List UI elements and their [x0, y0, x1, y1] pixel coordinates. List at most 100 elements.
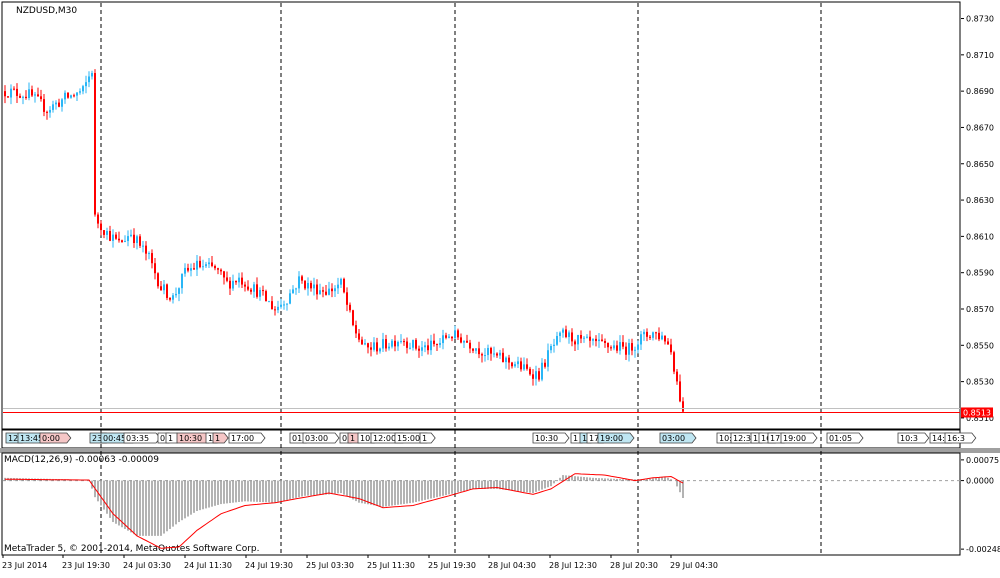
candle-body [55, 102, 57, 105]
candle-body [76, 92, 78, 96]
candle-body [163, 284, 165, 291]
event-flag[interactable]: 10:30 [532, 432, 570, 444]
candle-body [88, 76, 90, 83]
price-tick-label: 0.8730 [966, 15, 994, 24]
candle-body [61, 99, 63, 107]
candle-body [496, 353, 498, 356]
candle-body [658, 332, 660, 340]
time-axis: 23 Jul 2014 23 Jul 19:30 24 Jul 03:30 24 Ju… [2, 555, 718, 570]
candle-body [562, 329, 564, 333]
time-tick-label: 28 Jul 20:30 [610, 561, 658, 570]
candle-body [232, 280, 234, 289]
pane-separator[interactable] [0, 448, 1000, 453]
price-tick-label: 0.8630 [966, 196, 994, 205]
candle-body [403, 341, 405, 343]
candle-body [652, 332, 654, 338]
chart-canvas[interactable]: NZDUSD,M30 MACD(12,26,9) -0.00063 -0.000… [0, 0, 1000, 574]
main-chart-frame [1, 1, 961, 430]
candle-body [640, 334, 642, 345]
candle-body [259, 290, 261, 297]
candle-body [436, 344, 438, 346]
candle-body [49, 109, 51, 113]
event-flag-label: 1 [350, 434, 355, 443]
event-flag[interactable]: 16:3 [944, 432, 977, 444]
candle-body [226, 277, 228, 281]
event-flag[interactable]: 03:00 [302, 432, 340, 444]
candle-body [451, 336, 453, 339]
candle-body [286, 303, 288, 305]
candle-body [499, 352, 501, 356]
time-tick-label: 23 Jul 19:30 [62, 561, 110, 570]
candle-body [643, 331, 645, 335]
candle-body [355, 325, 357, 334]
event-flag-label: 1 [753, 434, 758, 443]
time-tick-label: 25 Jul 19:30 [428, 561, 476, 570]
candle-body [190, 268, 192, 271]
candle-body [244, 284, 246, 287]
time-tick-label: 24 Jul 19:30 [245, 561, 293, 570]
chart-window[interactable]: NZDUSD,M30 MACD(12,26,9) -0.00063 -0.000… [0, 0, 1000, 574]
candle-body [220, 269, 222, 272]
event-flag[interactable]: 17:00 [228, 432, 266, 444]
event-flag-label: 15:00 [397, 434, 420, 443]
candle-body [265, 291, 267, 302]
price-tick-label: 0.8610 [966, 232, 994, 241]
candle-body [463, 340, 465, 343]
candle-body [34, 94, 36, 96]
candle-body [64, 92, 66, 100]
event-flag[interactable]: 10:3 [897, 432, 930, 444]
candle-body [103, 230, 105, 235]
event-flag[interactable]: 19:00 [780, 432, 818, 444]
price-tick-label: 0.8590 [966, 269, 994, 278]
candle-body [472, 348, 474, 351]
candle-body [490, 347, 492, 354]
candle-body [28, 89, 30, 99]
candle-body [370, 347, 372, 350]
candle-body [511, 362, 513, 367]
candle-body [679, 381, 681, 402]
price-tick-label: 0.8650 [966, 160, 994, 169]
candle-body [208, 262, 210, 265]
macd-tick-label: 0.0000 [966, 477, 994, 486]
candle-body [298, 276, 300, 289]
candle-body [346, 292, 348, 305]
event-flag-label: 1 [208, 434, 213, 443]
event-flag-label: 14: [932, 434, 945, 443]
event-flag[interactable]: 0:00 [39, 432, 72, 444]
event-flag-label: 03:35 [126, 434, 149, 443]
candle-body [664, 335, 666, 342]
candle-body [160, 286, 162, 291]
candle-body [433, 340, 435, 345]
event-flag-label: 0 [160, 434, 165, 443]
candle-body [277, 306, 279, 311]
event-flag[interactable]: 01:05 [826, 432, 864, 444]
candle-body [574, 341, 576, 345]
candle-body [67, 92, 69, 98]
candle-body [178, 288, 180, 294]
candle-body [493, 353, 495, 355]
event-flag-label: 0 [342, 434, 347, 443]
candle-body [322, 290, 324, 292]
event-flag[interactable]: 03:00 [659, 432, 697, 444]
candle-body [250, 289, 252, 292]
candle-body [118, 238, 120, 241]
candle-body [91, 73, 93, 77]
candle-body [466, 340, 468, 343]
candle-body [112, 234, 114, 241]
candle-body [604, 340, 606, 343]
candle-body [199, 260, 201, 268]
event-flag[interactable]: 03:35 [123, 432, 161, 444]
candle-body [454, 330, 456, 339]
candle-body [391, 340, 393, 347]
candle-body [316, 284, 318, 295]
candle-body [46, 111, 48, 113]
candle-body [673, 352, 675, 372]
candle-body [235, 280, 237, 283]
event-flag[interactable]: 19:00 [597, 432, 635, 444]
candle-body [85, 82, 87, 87]
candle-body [58, 102, 60, 107]
candle-body [418, 348, 420, 351]
candle-body [484, 355, 486, 357]
candle-body [646, 331, 648, 337]
candle-body [616, 345, 618, 351]
